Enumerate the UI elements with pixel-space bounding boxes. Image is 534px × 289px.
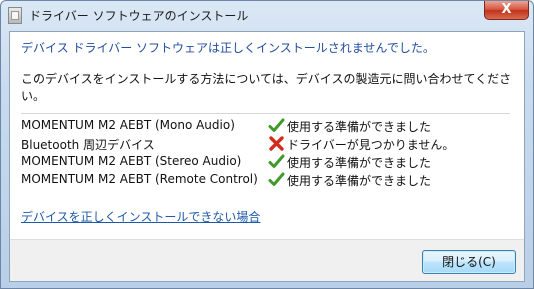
dialog-content: デバイス ドライバー ソフトウェアは正しくインストールされませんでした。 このデ… (9, 31, 525, 282)
separator-line (21, 113, 510, 114)
device-name: MOMENTUM M2 AEBT (Remote Control) (21, 172, 258, 186)
device-name: Bluetooth 周辺デバイス (21, 138, 155, 152)
install-help-link[interactable]: デバイスを正しくインストールできない場合 (21, 208, 260, 225)
device-row: MOMENTUM M2 AEBT (Remote Control) 使用する準備… (21, 171, 521, 189)
device-status: 使用する準備ができました (287, 174, 432, 188)
status-heading: デバイス ドライバー ソフトウェアは正しくインストールされませんでした。 (21, 41, 435, 55)
title-bar[interactable]: ドライバー ソフトウェアのインストール X (1, 1, 534, 31)
checkmark-icon (268, 172, 285, 186)
window-close-button[interactable]: X (484, 1, 529, 20)
device-row: MOMENTUM M2 AEBT (Stereo Audio) 使用する準備がで… (21, 153, 521, 171)
description-text: このデバイスをインストールする方法については、デバイスの製造元に問い合わせてくだ… (21, 72, 512, 103)
device-status: ドライバーが見つかりません。 (287, 138, 455, 152)
device-row: MOMENTUM M2 AEBT (Mono Audio) 使用する準備ができま… (21, 117, 521, 135)
device-status: 使用する準備ができました (287, 120, 432, 134)
close-button[interactable]: 閉じる(C) (422, 250, 516, 274)
error-x-icon (269, 136, 284, 151)
checkmark-icon (268, 154, 285, 168)
device-row: Bluetooth 周辺デバイス ドライバーが見つかりません。 (21, 135, 521, 153)
device-name: MOMENTUM M2 AEBT (Mono Audio) (21, 118, 235, 132)
dialog-window: ドライバー ソフトウェアのインストール X デバイス ドライバー ソフトウェアは… (0, 0, 534, 289)
checkmark-icon (268, 118, 285, 132)
device-list: MOMENTUM M2 AEBT (Mono Audio) 使用する準備ができま… (21, 117, 521, 189)
device-name: MOMENTUM M2 AEBT (Stereo Audio) (21, 154, 242, 168)
window-title: ドライバー ソフトウェアのインストール (29, 9, 249, 23)
close-icon: X (501, 2, 512, 17)
device-status: 使用する準備ができました (287, 156, 432, 170)
installer-app-icon (8, 7, 22, 24)
